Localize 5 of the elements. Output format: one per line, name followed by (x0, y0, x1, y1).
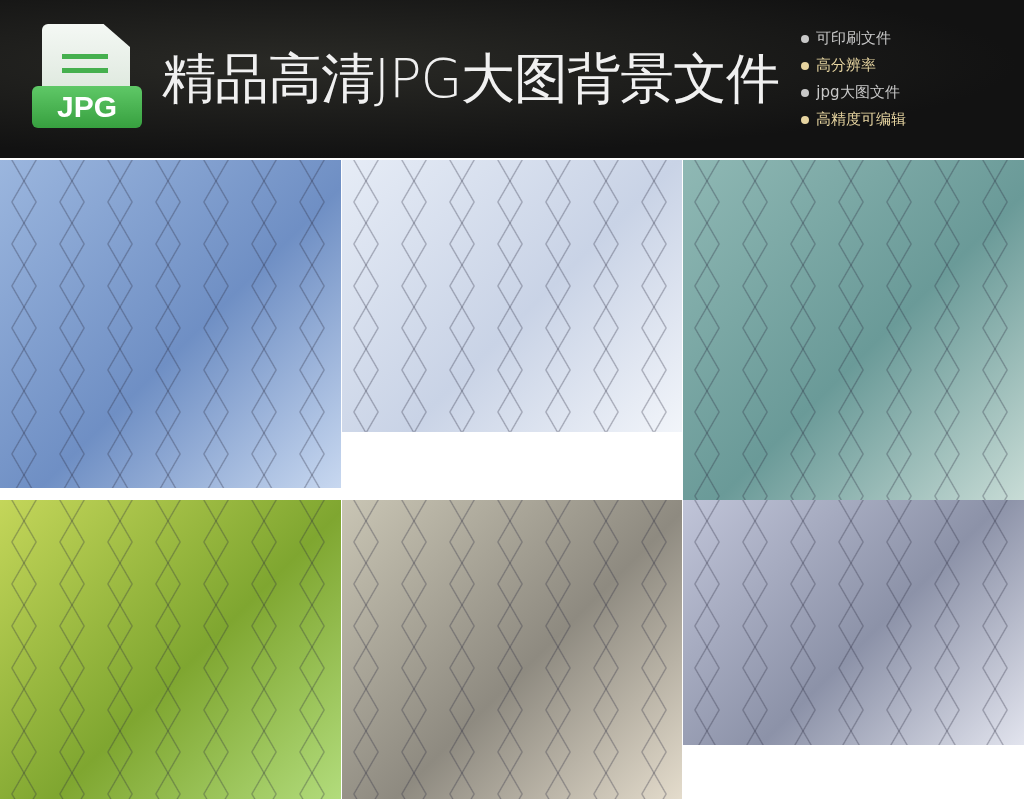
feature-text: 高分辨率 (816, 55, 877, 76)
feature-text: jpg大图文件 (816, 82, 900, 103)
feature-text: 高精度可编辑 (816, 109, 907, 130)
feature-text: 可印刷文件 (816, 28, 892, 49)
banner-title: 精品高清JPG大图背景文件 (162, 45, 780, 112)
